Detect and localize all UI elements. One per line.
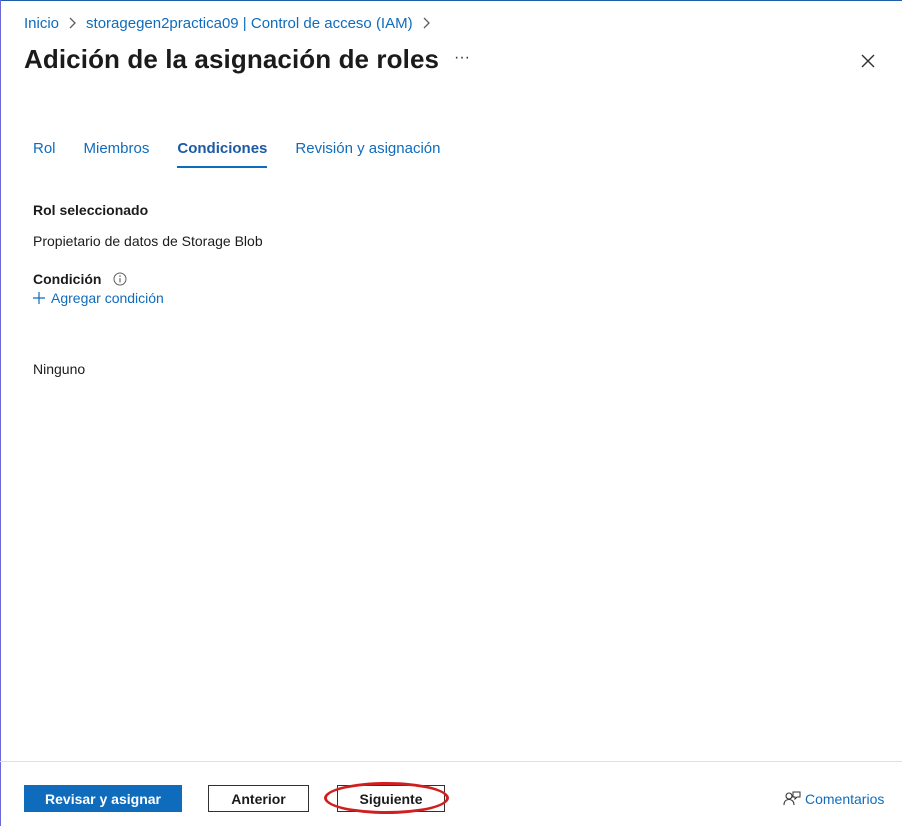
page-title: Adición de la asignación de roles (24, 44, 440, 74)
previous-button[interactable]: Anterior (208, 785, 309, 812)
footer-divider (0, 761, 902, 762)
close-button[interactable] (858, 51, 878, 71)
feedback-link[interactable]: Comentarios (783, 790, 884, 808)
tab-list: Rol Miembros Condiciones Revisión y asig… (33, 138, 468, 170)
more-icon[interactable]: ··· (450, 50, 474, 70)
add-condition-label: Agregar condición (51, 290, 164, 306)
next-button[interactable]: Siguiente (337, 785, 445, 812)
tab-revision-asignacion[interactable]: Revisión y asignación (295, 138, 440, 168)
breadcrumb-iam-link[interactable]: storagegen2practica09 | Control de acces… (86, 15, 413, 32)
left-border (0, 0, 1, 826)
info-icon[interactable] (113, 272, 127, 286)
chevron-right-icon (422, 17, 431, 29)
top-border (0, 0, 902, 1)
review-assign-button[interactable]: Revisar y asignar (24, 785, 182, 812)
condition-value: Ninguno (33, 361, 86, 377)
selected-role-label: Rol seleccionado (33, 202, 149, 218)
tab-miembros[interactable]: Miembros (84, 138, 150, 168)
chevron-right-icon (68, 17, 77, 29)
breadcrumb: Inicio storagegen2practica09 | Control d… (24, 13, 440, 33)
add-condition-button[interactable]: Agregar condición (32, 290, 164, 306)
close-icon (861, 54, 875, 68)
condition-label: Condición (33, 271, 102, 287)
tab-rol[interactable]: Rol (33, 138, 56, 168)
breadcrumb-home-link[interactable]: Inicio (24, 15, 59, 32)
plus-icon (33, 292, 45, 304)
selected-role-value: Propietario de datos de Storage Blob (33, 233, 263, 249)
condition-heading: Condición (33, 271, 127, 287)
feedback-label: Comentarios (805, 791, 885, 807)
feedback-icon (783, 791, 801, 806)
tab-condiciones[interactable]: Condiciones (177, 138, 268, 168)
